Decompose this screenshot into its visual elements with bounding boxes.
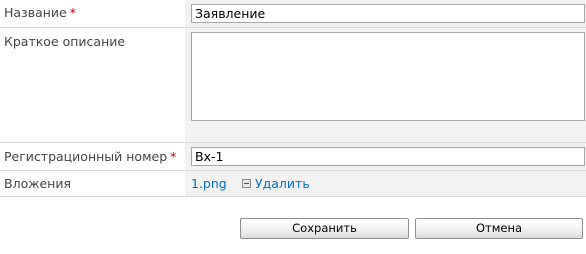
- required-mark: *: [69, 5, 76, 20]
- label-cell: Регистрационный номер *: [0, 143, 185, 170]
- value-cell: [185, 143, 586, 170]
- name-input[interactable]: [191, 4, 585, 23]
- registration-number-label-text: Регистрационный номер: [4, 149, 168, 164]
- registration-number-input[interactable]: [191, 147, 585, 166]
- description-input[interactable]: [191, 32, 585, 121]
- delete-attachment-link[interactable]: Удалить: [242, 176, 310, 191]
- attachments-label: Вложения: [4, 176, 71, 191]
- value-cell: [185, 28, 586, 142]
- registration-number-label: Регистрационный номер *: [4, 149, 176, 164]
- form-row-name: Название *: [0, 0, 586, 28]
- delete-attachment-label: Удалить: [255, 176, 310, 191]
- form-row-description: Краткое описание: [0, 28, 586, 143]
- name-label: Название *: [4, 5, 76, 20]
- value-cell: [185, 0, 586, 27]
- label-cell: Краткое описание: [0, 28, 185, 142]
- description-label: Краткое описание: [4, 34, 126, 49]
- document-form: Название* Краткое описание Регистрационн…: [0, 0, 586, 197]
- save-button[interactable]: Сохранить: [240, 218, 409, 239]
- required-mark: *: [170, 149, 177, 164]
- form-row-attachments: Вложения 1.png Удалить: [0, 171, 586, 197]
- value-cell: 1.png Удалить: [185, 171, 586, 196]
- label-cell: Вложения: [0, 171, 185, 196]
- name-label-text: Название: [4, 5, 67, 20]
- label-cell: Название *: [0, 0, 185, 27]
- attachment-file-link[interactable]: 1.png: [191, 176, 227, 191]
- cancel-button[interactable]: Отмена: [415, 218, 583, 239]
- delete-icon: [242, 179, 251, 188]
- form-row-registration-number: Регистрационный номер *: [0, 143, 586, 171]
